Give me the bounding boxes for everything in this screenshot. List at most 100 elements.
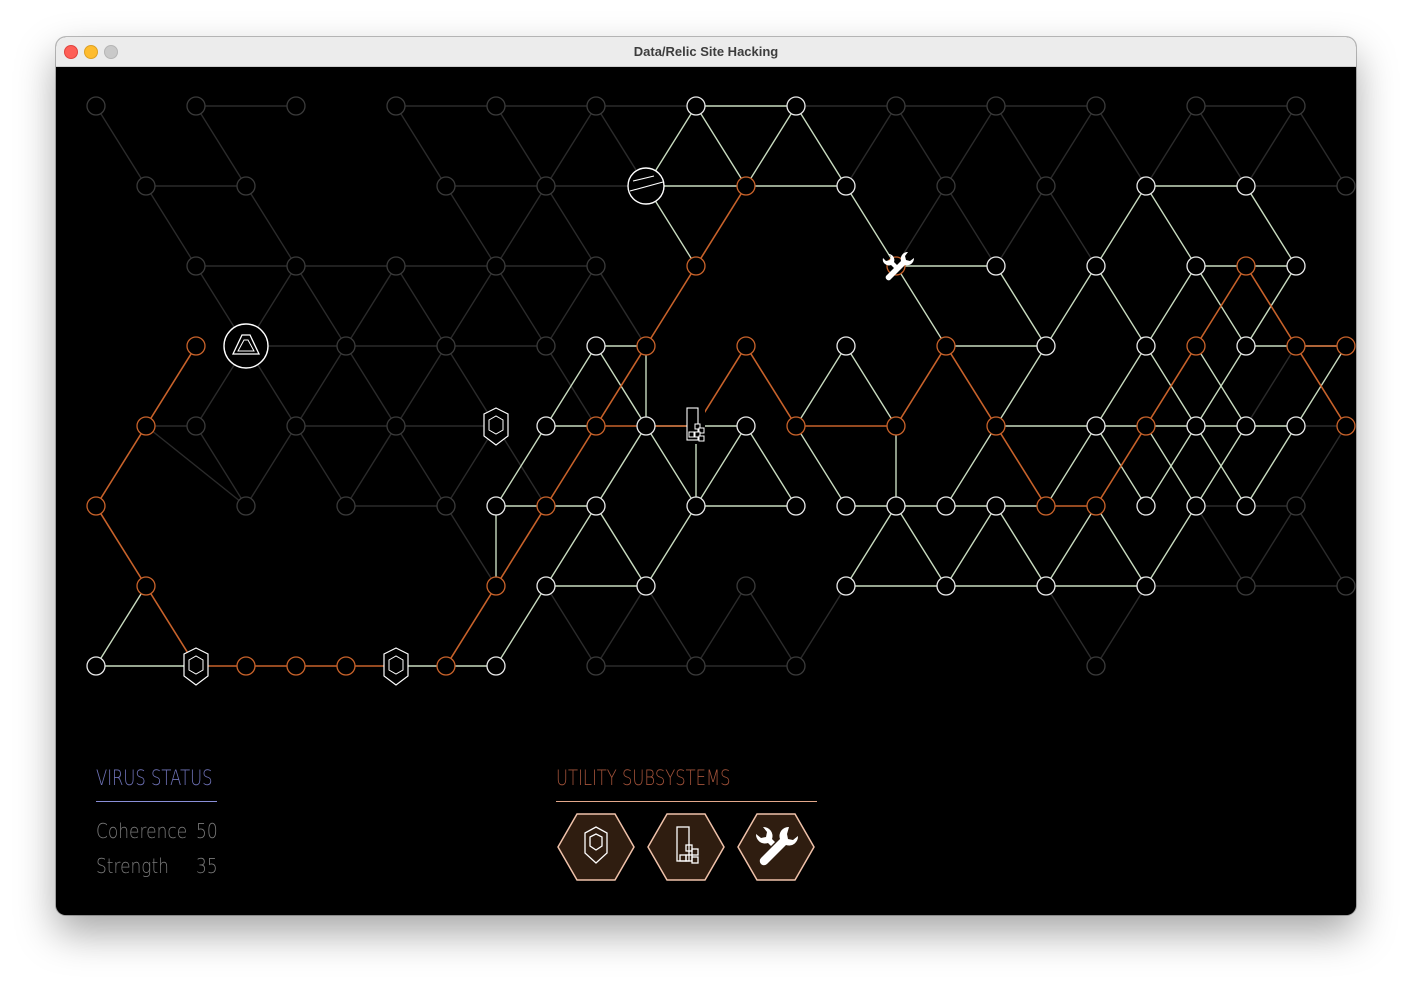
board-node[interactable] [836,176,856,196]
board-node[interactable] [786,656,806,676]
board-node[interactable] [536,576,556,596]
board-node[interactable] [236,176,256,196]
board-node[interactable] [486,96,506,116]
board-node[interactable] [1236,496,1256,516]
board-node[interactable] [686,256,706,276]
board-node[interactable] [1086,96,1106,116]
utility-slot-wrench[interactable] [737,813,815,881]
board-node[interactable] [1136,336,1156,356]
board-node[interactable] [436,656,456,676]
board-node[interactable] [886,416,906,436]
board-node[interactable] [986,416,1006,436]
board-node[interactable] [1036,176,1056,196]
board-node[interactable] [636,576,656,596]
board-node[interactable] [336,336,356,356]
board-node[interactable] [1036,496,1056,516]
board-node[interactable] [436,336,456,356]
board-node[interactable] [486,256,506,276]
board-node[interactable] [1236,256,1256,276]
board-node[interactable] [1236,576,1256,596]
board-node[interactable] [1186,256,1206,276]
board-node[interactable] [1186,336,1206,356]
board-node[interactable] [186,256,206,276]
board-node[interactable] [636,336,656,356]
board-node[interactable] [586,496,606,516]
board-node[interactable] [1036,336,1056,356]
utility-slot-virus-module[interactable] [647,813,725,881]
board-node[interactable] [786,496,806,516]
board-node[interactable] [1286,96,1306,116]
board-node[interactable] [1236,336,1256,356]
board-node[interactable] [586,96,606,116]
board-node[interactable] [86,96,106,116]
board-node[interactable] [586,416,606,436]
board-node[interactable] [1136,576,1156,596]
board-node[interactable] [286,416,306,436]
board-node[interactable] [886,496,906,516]
board-node[interactable] [936,576,956,596]
board-node[interactable] [936,336,956,356]
board-node[interactable] [186,416,206,436]
board-node[interactable] [1236,176,1256,196]
board-node[interactable] [1336,416,1356,436]
board-node[interactable] [986,256,1006,276]
board-node[interactable] [136,576,156,596]
board-node[interactable] [836,336,856,356]
board-node[interactable] [736,336,756,356]
board-node[interactable] [736,576,756,596]
board-node[interactable] [986,496,1006,516]
board-node[interactable] [786,96,806,116]
shield-icon[interactable] [383,647,409,686]
board-node[interactable] [786,416,806,436]
board-node[interactable] [1186,96,1206,116]
board-node[interactable] [586,656,606,676]
board-node[interactable] [836,576,856,596]
board-node[interactable] [486,496,506,516]
board-node[interactable] [386,416,406,436]
board-node[interactable] [886,96,906,116]
board-node[interactable] [136,176,156,196]
board-node[interactable] [1336,336,1356,356]
board-node[interactable] [1136,496,1156,516]
board-node[interactable] [536,176,556,196]
board-node[interactable] [1186,496,1206,516]
board-node[interactable] [1136,176,1156,196]
board-node[interactable] [436,176,456,196]
shield-icon[interactable] [183,647,209,686]
board-node[interactable] [1336,576,1356,596]
board-node[interactable] [1286,336,1306,356]
board-node[interactable] [1086,416,1106,436]
board-node[interactable] [1286,496,1306,516]
board-node[interactable] [1036,576,1056,596]
board-node[interactable] [336,496,356,516]
board-node[interactable] [286,96,306,116]
board-node[interactable] [486,656,506,676]
board-node[interactable] [1186,416,1206,436]
board-node[interactable] [136,416,156,436]
board-node[interactable] [536,416,556,436]
board-node[interactable] [986,96,1006,116]
board-node[interactable] [1086,656,1106,676]
board-node[interactable] [1086,256,1106,276]
board-node[interactable] [1286,416,1306,436]
board-node[interactable] [586,256,606,276]
utility-slot-shield[interactable] [557,813,635,881]
triangle-icon[interactable] [223,323,269,369]
board-node[interactable] [386,96,406,116]
board-node[interactable] [286,256,306,276]
board-node[interactable] [536,496,556,516]
board-node[interactable] [1136,416,1156,436]
board-node[interactable] [436,496,456,516]
board-node[interactable] [936,496,956,516]
board-node[interactable] [1086,496,1106,516]
board-node[interactable] [686,656,706,676]
board-node[interactable] [486,576,506,596]
board-node[interactable] [1286,256,1306,276]
board-node[interactable] [86,496,106,516]
board-node[interactable] [686,96,706,116]
board-node[interactable] [686,496,706,516]
board-node[interactable] [936,176,956,196]
board-node[interactable] [636,416,656,436]
board-node[interactable] [736,416,756,436]
board-node[interactable] [336,656,356,676]
